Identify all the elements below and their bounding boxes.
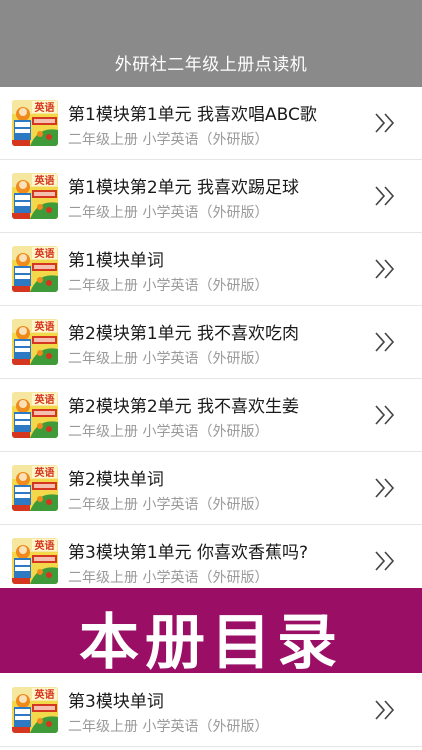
double-chevron-right-icon bbox=[374, 549, 396, 573]
cover-title: 英语 bbox=[34, 247, 55, 260]
lesson-subtitle: 二年级上册 小学英语（外研版） bbox=[68, 132, 269, 148]
nav-bar: 外研社二年级上册点读机 bbox=[0, 0, 422, 87]
lesson-subtitle: 二年级上册 小学英语（外研版） bbox=[68, 719, 269, 735]
lesson-row[interactable]: 英语 第2模块第2单元 我不喜欢生姜 二年级上册 小学英语（外研版） bbox=[0, 379, 422, 452]
double-chevron-right-icon bbox=[374, 184, 396, 208]
cover-title: 英语 bbox=[34, 393, 55, 406]
lesson-row[interactable]: 英语 第2模块第1单元 我不喜欢吃肉 二年级上册 小学英语（外研版） bbox=[0, 306, 422, 379]
lesson-list: 英语 第1模块第1单元 我喜欢唱ABC歌 二年级上册 小学英语（外研版） 英语 … bbox=[0, 87, 422, 598]
double-chevron-right-icon bbox=[374, 403, 396, 427]
lesson-title: 第1模块单词 bbox=[68, 251, 164, 271]
textbook-cover-icon: 英语 bbox=[12, 319, 58, 365]
textbook-cover-icon: 英语 bbox=[12, 246, 58, 292]
textbook-cover-icon: 英语 bbox=[12, 392, 58, 438]
lesson-subtitle: 二年级上册 小学英语（外研版） bbox=[68, 205, 269, 221]
lesson-subtitle: 二年级上册 小学英语（外研版） bbox=[68, 570, 269, 586]
textbook-cover-icon: 英语 bbox=[12, 173, 58, 219]
lesson-subtitle: 二年级上册 小学英语（外研版） bbox=[68, 424, 269, 440]
lesson-subtitle: 二年级上册 小学英语（外研版） bbox=[68, 351, 269, 367]
lesson-row[interactable]: 英语 第3模块单词 二年级上册 小学英语（外研版） bbox=[0, 674, 422, 747]
cover-title: 英语 bbox=[34, 539, 55, 552]
lesson-subtitle: 二年级上册 小学英语（外研版） bbox=[68, 497, 269, 513]
lesson-title: 第1模块第2单元 我喜欢踢足球 bbox=[68, 178, 300, 198]
lesson-row[interactable]: 英语 第1模块单词 二年级上册 小学英语（外研版） bbox=[0, 233, 422, 306]
double-chevron-right-icon bbox=[374, 111, 396, 135]
textbook-cover-icon: 英语 bbox=[12, 100, 58, 146]
cover-title: 英语 bbox=[34, 688, 55, 701]
lesson-title: 第2模块单词 bbox=[68, 470, 164, 490]
cover-title: 英语 bbox=[34, 101, 55, 114]
textbook-cover-icon: 英语 bbox=[12, 465, 58, 511]
lesson-title: 第2模块第1单元 我不喜欢吃肉 bbox=[68, 324, 300, 344]
lesson-title: 第3模块第1单元 你喜欢香蕉吗? bbox=[68, 543, 309, 563]
nav-title: 外研社二年级上册点读机 bbox=[114, 55, 308, 75]
double-chevron-right-icon bbox=[374, 698, 396, 722]
double-chevron-right-icon bbox=[374, 257, 396, 281]
lesson-subtitle: 二年级上册 小学英语（外研版） bbox=[68, 278, 269, 294]
banner-text: 本册目录 bbox=[79, 608, 343, 678]
lesson-row[interactable]: 英语 第2模块单词 二年级上册 小学英语（外研版） bbox=[0, 452, 422, 525]
cover-title: 英语 bbox=[34, 174, 55, 187]
double-chevron-right-icon bbox=[374, 330, 396, 354]
double-chevron-right-icon bbox=[374, 476, 396, 500]
lesson-title: 第3模块单词 bbox=[68, 692, 164, 712]
lesson-row[interactable]: 英语 第1模块第2单元 我喜欢踢足球 二年级上册 小学英语（外研版） bbox=[0, 160, 422, 233]
cover-title: 英语 bbox=[34, 320, 55, 333]
textbook-cover-icon: 英语 bbox=[12, 687, 58, 733]
cover-title: 英语 bbox=[34, 466, 55, 479]
catalog-banner: 本册目录 bbox=[0, 588, 422, 678]
textbook-cover-icon: 英语 bbox=[12, 538, 58, 584]
lesson-list-continued: 英语 第3模块单词 二年级上册 小学英语（外研版） bbox=[0, 674, 422, 747]
lesson-row[interactable]: 英语 第1模块第1单元 我喜欢唱ABC歌 二年级上册 小学英语（外研版） bbox=[0, 87, 422, 160]
lesson-title: 第2模块第2单元 我不喜欢生姜 bbox=[68, 397, 300, 417]
lesson-title: 第1模块第1单元 我喜欢唱ABC歌 bbox=[68, 105, 317, 125]
